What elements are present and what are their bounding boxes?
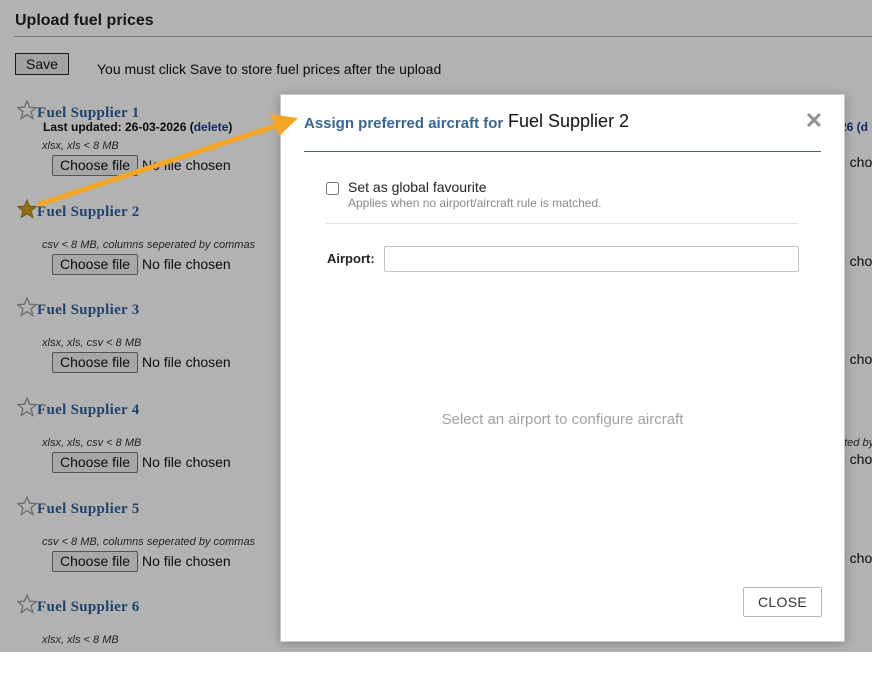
global-favourite-hint: Applies when no airport/aircraft rule is…	[348, 196, 602, 210]
dialog-title: Assign preferred aircraft for	[304, 115, 504, 132]
dialog-header-divider	[304, 151, 821, 152]
close-icon[interactable]: ✕	[802, 109, 826, 133]
global-favourite-checkbox[interactable]	[326, 182, 339, 195]
airport-input[interactable]	[384, 246, 799, 272]
airport-label: Airport:	[327, 251, 375, 266]
global-favourite-label[interactable]: Set as global favourite	[348, 179, 487, 195]
section-divider	[326, 223, 798, 224]
close-button[interactable]: CLOSE	[743, 587, 822, 617]
assign-aircraft-dialog: Assign preferred aircraft for Fuel Suppl…	[280, 94, 845, 642]
empty-state-message: Select an airport to configure aircraft	[441, 411, 684, 428]
dialog-title-supplier: Fuel Supplier 2	[508, 111, 630, 131]
